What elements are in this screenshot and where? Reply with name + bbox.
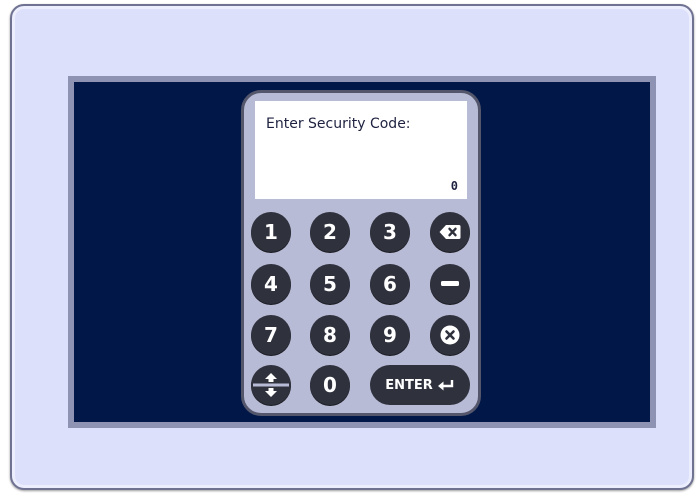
key-3[interactable]: 3 [370, 212, 410, 252]
minus-icon [441, 281, 459, 286]
key-1[interactable]: 1 [251, 212, 291, 252]
backspace-button[interactable] [430, 212, 470, 252]
key-5[interactable]: 5 [310, 264, 350, 304]
enter-button[interactable]: ENTER [370, 365, 470, 405]
key-0[interactable]: 0 [310, 365, 350, 405]
backspace-icon [439, 225, 461, 239]
prompt-text: Enter Security Code: [266, 116, 411, 132]
keypad-panel: Enter Security Code: 0 1 2 3 4 5 6 7 8 9… [241, 90, 481, 416]
up-down-arrows-icon [253, 373, 289, 397]
code-value: 0 [450, 179, 458, 193]
enter-label: ENTER [385, 377, 433, 393]
code-display: Enter Security Code: 0 [255, 101, 467, 199]
key-9[interactable]: 9 [370, 315, 410, 355]
scroll-button[interactable] [251, 365, 291, 405]
key-4[interactable]: 4 [251, 264, 291, 304]
key-7[interactable]: 7 [251, 315, 291, 355]
screen-frame: Enter Security Code: 0 1 2 3 4 5 6 7 8 9… [68, 76, 656, 428]
screen: Enter Security Code: 0 1 2 3 4 5 6 7 8 9… [74, 82, 650, 422]
device-housing: Enter Security Code: 0 1 2 3 4 5 6 7 8 9… [10, 4, 694, 490]
key-2[interactable]: 2 [310, 212, 350, 252]
key-6[interactable]: 6 [370, 264, 410, 304]
return-arrow-icon [437, 380, 453, 391]
clear-icon [440, 325, 460, 345]
minus-button[interactable] [430, 264, 470, 304]
key-8[interactable]: 8 [310, 315, 350, 355]
clear-button[interactable] [430, 315, 470, 355]
